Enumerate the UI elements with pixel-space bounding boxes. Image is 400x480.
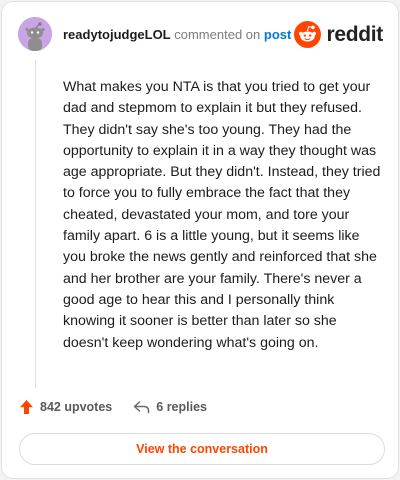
reddit-snoo-icon — [294, 21, 322, 48]
username[interactable]: readytojudgeLOL — [63, 27, 171, 42]
comment-body: What makes you NTA is that you tried to … — [63, 79, 381, 351]
thread-line — [35, 60, 36, 388]
comment-header: readytojudgeLOL commented on post — [63, 27, 291, 42]
reddit-wordmark: reddit — [326, 22, 383, 46]
snoo-avatar-icon — [18, 17, 52, 51]
action-text: commented on — [174, 27, 261, 42]
reply-count: 6 replies — [156, 400, 207, 414]
upvote-arrow-icon — [20, 400, 33, 414]
view-conversation-button[interactable]: View the conversation — [19, 433, 385, 465]
replies-button[interactable]: 6 replies — [133, 400, 207, 414]
post-link[interactable]: post — [264, 27, 291, 42]
comment-card: readytojudgeLOL commented on post reddit… — [1, 1, 399, 479]
reddit-brand[interactable]: reddit — [294, 21, 383, 48]
avatar[interactable] — [18, 17, 52, 51]
upvote-count: 842 upvotes — [40, 400, 113, 414]
upvote-button[interactable]: 842 upvotes — [19, 399, 112, 415]
reply-arrow-icon — [134, 401, 150, 414]
comment-actions: 842 upvotes 6 replies — [19, 399, 207, 415]
